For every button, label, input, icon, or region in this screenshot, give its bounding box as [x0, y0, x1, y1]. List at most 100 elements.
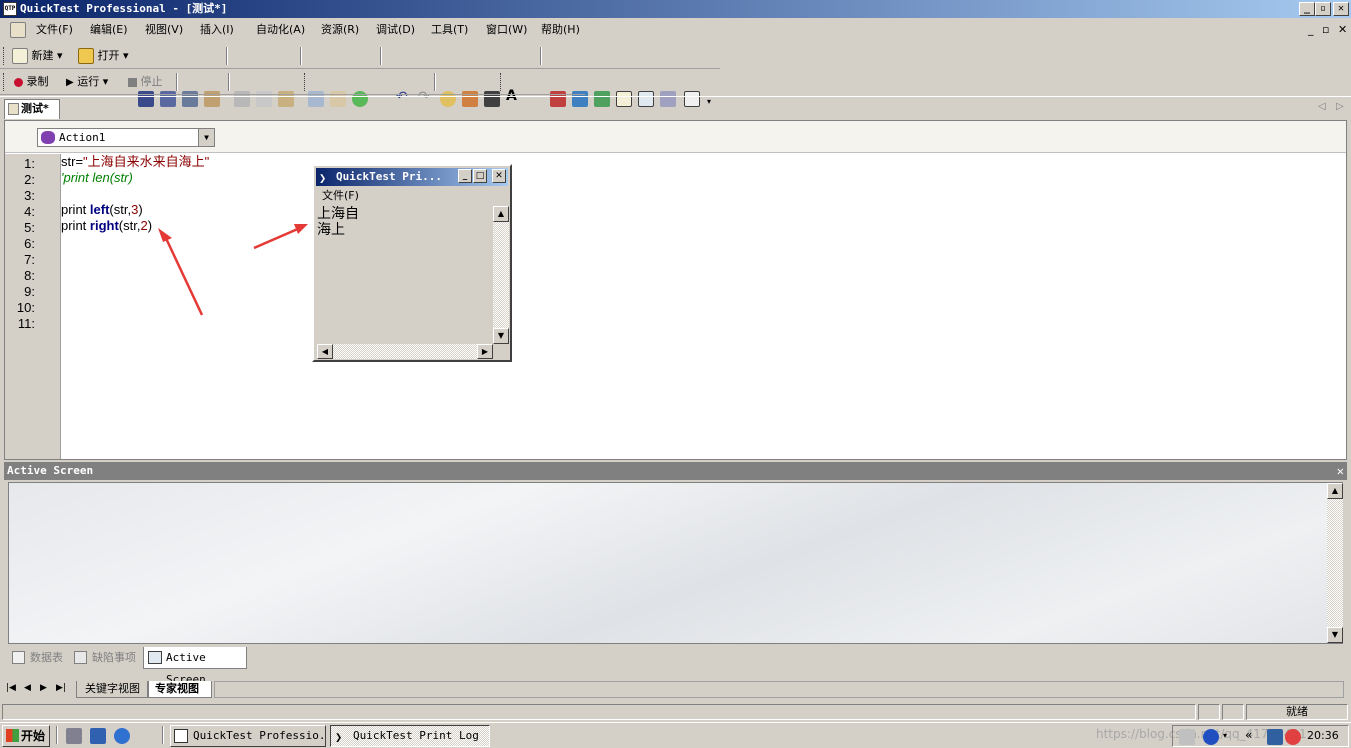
- annotation-arrow-code: [162, 233, 204, 316]
- taskbar-button-print-log[interactable]: ❯ QuickTest Print Log: [330, 725, 490, 747]
- action-icon: [41, 131, 55, 144]
- toolbar-grip[interactable]: [500, 73, 503, 91]
- show-hidden-icons[interactable]: «: [1245, 728, 1252, 742]
- tab-keyword-view[interactable]: 关键字视图: [76, 681, 148, 698]
- line-number: 9:: [24, 284, 35, 299]
- view-tabs-scrollbar[interactable]: [214, 681, 1344, 698]
- clock: 20:36: [1307, 729, 1339, 742]
- menu-bar: 文件(F) 编辑(E) 视图(V) 插入(I) 自动化(A) 资源(R) 调试(…: [0, 19, 1351, 41]
- bottom-panel-tabs: 数据表 缺陷事项 Active Screen: [4, 646, 1347, 686]
- scroll-left-icon[interactable]: ◀: [317, 344, 333, 359]
- new-button[interactable]: 新建 ▾: [12, 47, 63, 65]
- internet-explorer-icon[interactable]: [114, 728, 130, 744]
- toolbar-separator: [300, 47, 302, 65]
- code-line-1[interactable]: str="上海自来水来自海上": [61, 154, 209, 170]
- taskbar-button-print-log-label: QuickTest Print Log: [353, 729, 479, 742]
- window-titlebar[interactable]: QTP QuickTest Professional - [测试*] _ ▫ ✕: [0, 0, 1351, 18]
- menu-edit[interactable]: 编辑(E): [90, 19, 128, 41]
- mdi-minimize-button[interactable]: _: [1308, 19, 1314, 41]
- tab-data-table-label: 数据表: [30, 651, 63, 664]
- tray-chevron-icon[interactable]: ▾: [1223, 731, 1227, 740]
- prev-icon[interactable]: ◀: [24, 683, 31, 693]
- active-screen-scrollbar[interactable]: ▲ ▼: [1327, 483, 1343, 643]
- help-icon[interactable]: [1203, 729, 1219, 745]
- tab-data-table[interactable]: 数据表: [8, 647, 68, 669]
- qtp-app-icon: [174, 729, 188, 743]
- code-line-4[interactable]: print left(str,3): [61, 202, 143, 218]
- toolbar-separator: [380, 47, 382, 65]
- print-log-window[interactable]: ❯ QuickTest Pri... _ □ ✕ 文件(F) 上海自 海上 ▲ …: [312, 164, 512, 362]
- active-screen-pane[interactable]: ▲ ▼: [8, 482, 1343, 644]
- code-line-5[interactable]: print right(str,2): [61, 218, 152, 234]
- close-button[interactable]: ✕: [1333, 2, 1349, 16]
- new-button-label: 新建: [31, 49, 54, 62]
- line-number-gutter: 1: 2: 3: 4: 5: 6: 7: 8: 9: 10: 11:: [5, 154, 61, 459]
- taskbar-separator: [56, 726, 58, 744]
- menu-view[interactable]: 视图(V): [145, 19, 183, 41]
- maximize-button[interactable]: ▫: [1315, 2, 1331, 16]
- taskbar-button-qtp[interactable]: QuickTest Professio...: [170, 725, 326, 747]
- action-select[interactable]: Action1 ▼: [37, 128, 215, 147]
- open-button[interactable]: 打开 ▾: [78, 47, 129, 65]
- scroll-down-icon[interactable]: ▼: [493, 328, 509, 344]
- scroll-down-icon[interactable]: ▼: [1327, 627, 1343, 643]
- print-log-minimize-button[interactable]: _: [458, 169, 472, 183]
- next-icon[interactable]: ▶: [40, 683, 47, 693]
- alert-icon[interactable]: [1285, 729, 1301, 745]
- menu-automation[interactable]: 自动化(A): [256, 19, 305, 41]
- menu-resources[interactable]: 资源(R): [321, 19, 359, 41]
- tab-expert-view[interactable]: 专家视图: [148, 681, 212, 698]
- print-log-menu-file[interactable]: 文件(F): [322, 188, 359, 204]
- mdi-close-button[interactable]: ✕: [1338, 19, 1347, 41]
- tab-missing-resources-label: 缺陷事项: [92, 651, 136, 664]
- run-button[interactable]: ▶ 运行 ▾: [66, 73, 108, 91]
- print-log-maximize-button[interactable]: □: [473, 169, 487, 183]
- tab-scroll-left-icon[interactable]: ◁: [1318, 101, 1326, 112]
- stop-icon: [128, 77, 137, 87]
- menu-debug[interactable]: 调试(D): [376, 19, 415, 41]
- action-bar: Action1 ▼: [5, 121, 1346, 153]
- record-button[interactable]: 录制: [14, 73, 49, 91]
- annotation-arrows: [158, 224, 308, 316]
- tab-missing-resources[interactable]: 缺陷事项: [70, 647, 142, 669]
- minimize-button[interactable]: _: [1299, 2, 1315, 16]
- last-icon[interactable]: ▶|: [56, 683, 66, 693]
- print-log-horizontal-scrollbar[interactable]: ◀ ▶: [317, 344, 493, 359]
- tab-active-screen[interactable]: Active Screen: [143, 647, 247, 686]
- print-log-vertical-scrollbar[interactable]: ▲ ▼: [493, 206, 509, 344]
- mdi-restore-button[interactable]: ▫: [1322, 19, 1329, 41]
- start-button[interactable]: 开始: [2, 725, 50, 747]
- scroll-up-icon[interactable]: ▲: [493, 206, 509, 222]
- toolbar-grip[interactable]: [3, 47, 6, 65]
- menu-tools[interactable]: 工具(T): [431, 19, 468, 41]
- chevron-down-icon[interactable]: ▼: [198, 129, 214, 146]
- scroll-up-icon[interactable]: ▲: [1327, 483, 1343, 499]
- menu-window[interactable]: 窗口(W): [486, 19, 527, 41]
- active-screen-close-button[interactable]: ✕: [1337, 462, 1344, 480]
- show-desktop-icon[interactable]: [90, 728, 106, 744]
- toolbar-separator: [434, 73, 436, 91]
- tab-test-document[interactable]: 测试*: [4, 99, 60, 119]
- stop-button-label: 停止: [140, 75, 163, 88]
- server-manager-icon[interactable]: [66, 728, 82, 744]
- toolbar-grip[interactable]: [304, 73, 307, 91]
- scroll-right-icon[interactable]: ▶: [477, 344, 493, 359]
- status-bar: 就绪: [0, 704, 1351, 720]
- code-args: (str,: [118, 218, 141, 233]
- tab-scroll-right-icon[interactable]: ▷: [1336, 101, 1344, 112]
- menu-help[interactable]: 帮助(H): [541, 19, 580, 41]
- network-icon[interactable]: [1267, 729, 1283, 745]
- menu-insert[interactable]: 插入(I): [200, 19, 234, 41]
- testing-toolbar: 录制 ▶ 运行 ▾ 停止 ▾ ▾ ▾: [0, 69, 585, 159]
- print-log-close-button[interactable]: ✕: [492, 169, 506, 183]
- new-document-icon: [12, 48, 28, 64]
- menu-file[interactable]: 文件(F): [36, 19, 73, 41]
- open-button-label: 打开: [97, 49, 120, 62]
- keyboard-icon[interactable]: [1179, 729, 1195, 745]
- code-line-2[interactable]: 'print len(str): [61, 170, 133, 186]
- taskbar: 开始 QuickTest Professio... ❯ QuickTest Pr…: [0, 722, 1351, 748]
- toolbar-grip[interactable]: [3, 73, 6, 91]
- stop-button[interactable]: 停止: [128, 73, 163, 91]
- status-pane-main: [2, 704, 1196, 720]
- first-icon[interactable]: |◀: [6, 683, 16, 693]
